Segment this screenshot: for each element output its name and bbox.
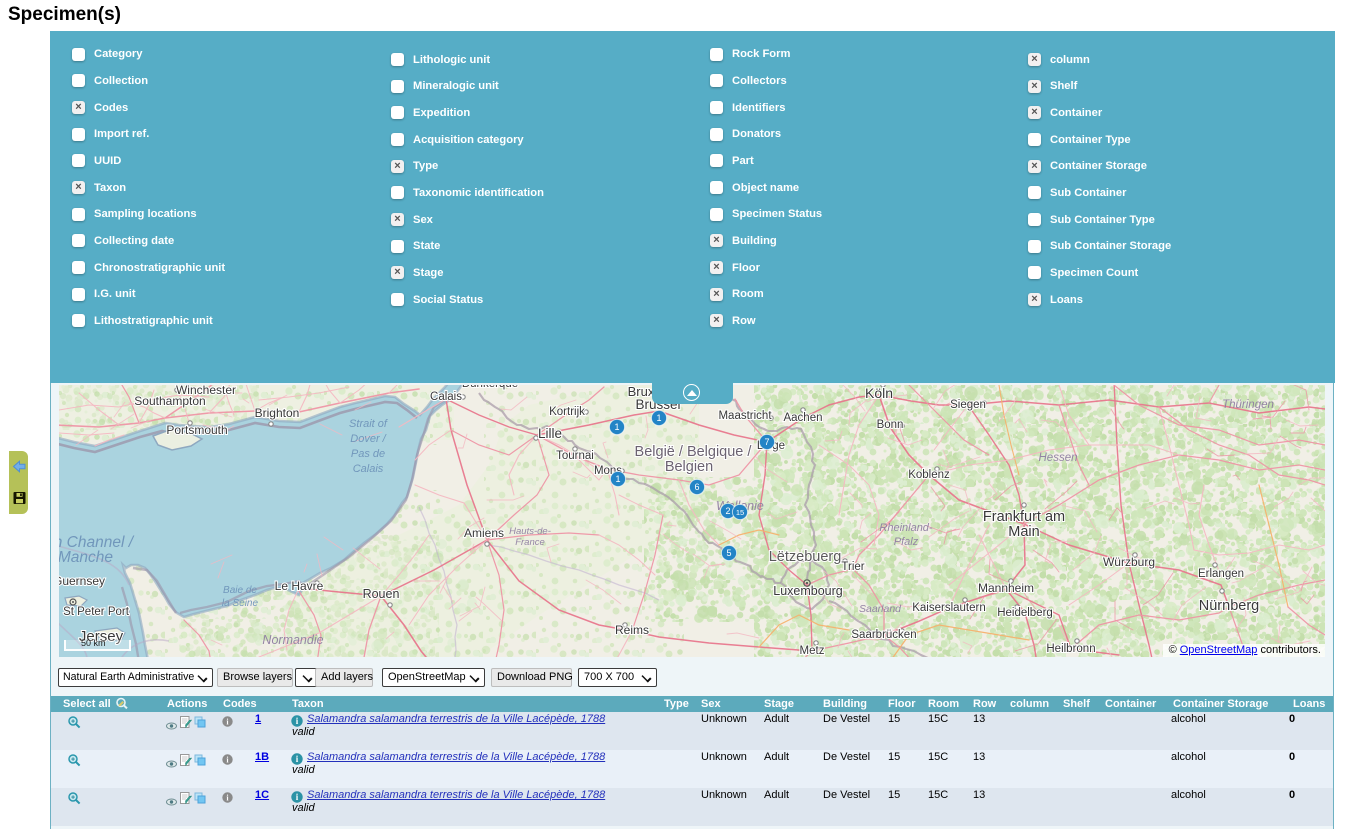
svg-text:Heidelberg: Heidelberg (997, 607, 1053, 619)
svg-text:Dover /: Dover / (350, 433, 386, 445)
svg-text:St Peter Port: St Peter Port (63, 606, 130, 618)
svg-text:Bonn: Bonn (877, 419, 904, 431)
svg-text:Hauts-de-: Hauts-de- (509, 526, 551, 537)
svg-text:Saarland: Saarland (859, 603, 902, 615)
svg-text:Rheinland-: Rheinland- (879, 522, 933, 534)
svg-text:Guernsey: Guernsey (59, 574, 105, 588)
svg-text:Calais: Calais (353, 463, 384, 475)
svg-text:Rouen: Rouen (363, 587, 400, 601)
svg-text:+: + (71, 794, 75, 801)
svg-text:Baie de: Baie de (223, 585, 257, 596)
svg-text:Calais: Calais (430, 391, 462, 403)
svg-text:Kortrijk: Kortrijk (549, 406, 585, 418)
svg-text:Siegen: Siegen (950, 399, 986, 411)
svg-text:Trier: Trier (841, 561, 864, 573)
svg-text:Dunkerque: Dunkerque (462, 385, 518, 390)
svg-text:Erlangen: Erlangen (1198, 568, 1244, 580)
svg-text:France: France (515, 537, 545, 548)
svg-text:België / Belgique /: België / Belgique / (635, 444, 753, 460)
svg-text:Hessen: Hessen (1039, 452, 1078, 464)
svg-text:Aachen: Aachen (783, 412, 822, 424)
svg-text:Metz: Metz (800, 645, 825, 657)
svg-text:Nürnberg: Nürnberg (1199, 598, 1259, 614)
svg-text:Portsmouth: Portsmouth (166, 423, 227, 437)
svg-text:Amiens: Amiens (464, 526, 504, 540)
svg-text:15: 15 (736, 508, 744, 517)
svg-text:7: 7 (764, 437, 769, 447)
svg-text:1: 1 (656, 413, 661, 423)
svg-text:Brighton: Brighton (255, 406, 300, 420)
svg-text:Würzburg: Würzburg (1103, 555, 1155, 569)
svg-text:Le Havre: Le Havre (275, 579, 324, 593)
svg-text:Thüringen: Thüringen (1222, 399, 1274, 411)
svg-text:1: 1 (614, 422, 619, 432)
svg-text:La Manche: La Manche (59, 549, 113, 566)
svg-text:Lëtzebuerg: Lëtzebuerg (769, 549, 842, 565)
svg-text:Köln: Köln (865, 385, 893, 401)
svg-text:Pas de: Pas de (351, 448, 385, 460)
svg-text:Lille: Lille (538, 426, 562, 441)
svg-text:Frankfurt am: Frankfurt am (983, 509, 1065, 525)
svg-text:Maastricht: Maastricht (718, 410, 772, 422)
svg-text:6: 6 (694, 482, 699, 492)
svg-text:Tournai: Tournai (556, 450, 594, 462)
svg-text:la Seine: la Seine (222, 598, 259, 609)
svg-text:Saarbrücken: Saarbrücken (851, 629, 916, 641)
svg-text:Pfalz: Pfalz (894, 536, 919, 548)
svg-text:Brux: Brux (628, 385, 655, 399)
svg-text:Kaiserslautern: Kaiserslautern (912, 602, 986, 614)
svg-text:Main: Main (1008, 524, 1039, 540)
svg-text:Mannheim: Mannheim (978, 581, 1034, 595)
svg-text:Normandie: Normandie (262, 633, 323, 647)
svg-text:5: 5 (726, 548, 731, 558)
svg-text:Strait of: Strait of (349, 418, 388, 430)
svg-text:1: 1 (615, 474, 620, 484)
svg-text:2: 2 (725, 506, 730, 516)
svg-text:Belgien: Belgien (665, 459, 713, 475)
svg-text:Reims: Reims (615, 623, 649, 637)
svg-text:Heilbronn: Heilbronn (1046, 643, 1095, 655)
svg-text:+: + (71, 718, 75, 725)
svg-text:Koblenz: Koblenz (908, 469, 950, 481)
svg-text:+: + (71, 756, 75, 763)
svg-text:Southampton: Southampton (134, 394, 205, 408)
